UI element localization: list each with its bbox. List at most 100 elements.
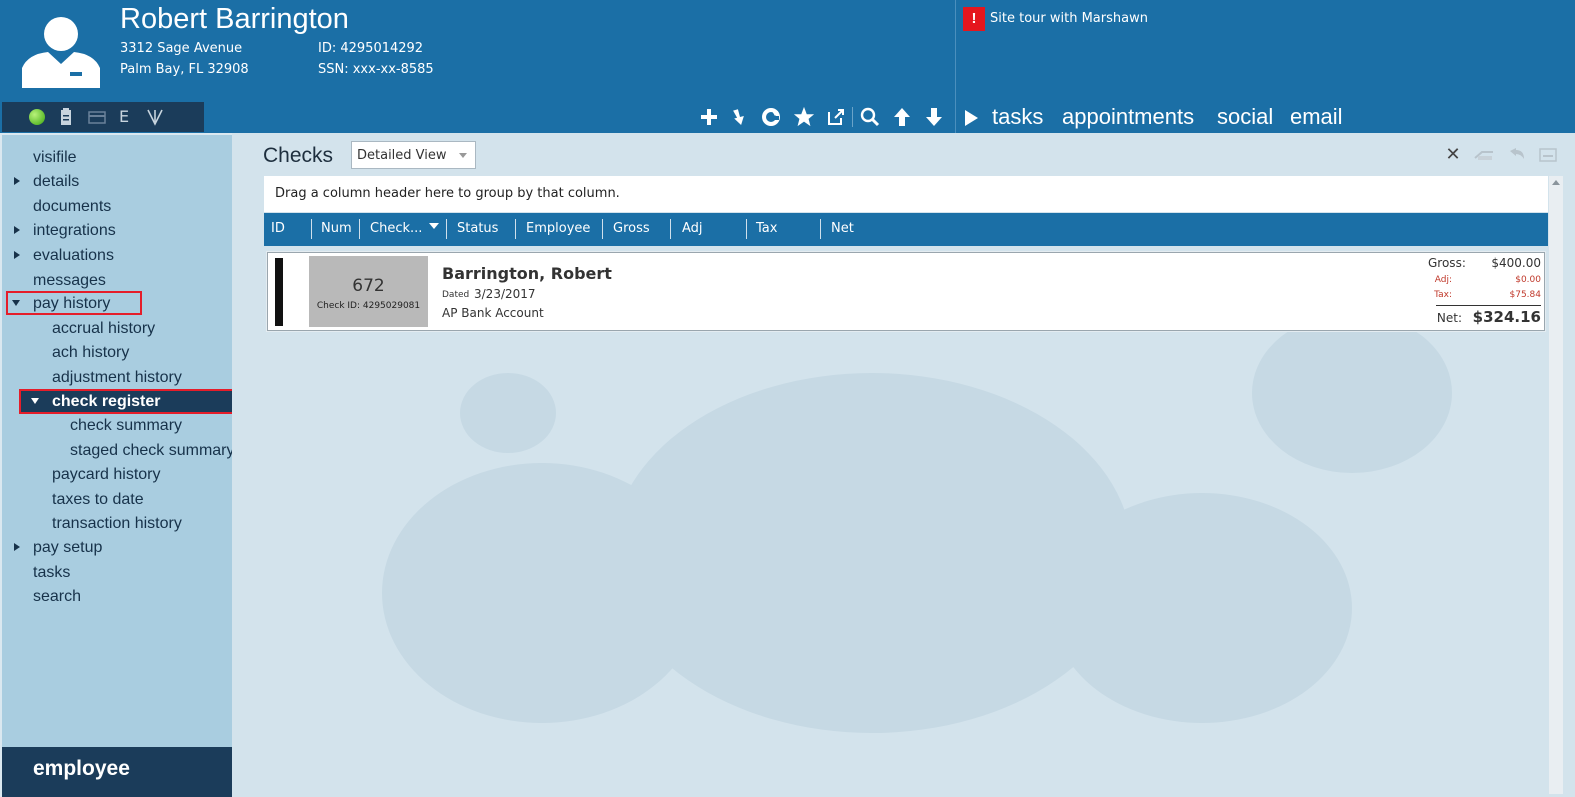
grid-header: ID Num Check... Status Employee Gross Ad… [264, 213, 1548, 246]
sidebar-item-adjustment-history[interactable]: adjustment history [52, 367, 182, 389]
arrow-down-right-icon[interactable] [726, 104, 754, 130]
tax-value: $75.84 [1509, 290, 1542, 300]
sidebar-item-tasks[interactable]: tasks [33, 562, 70, 584]
nav-email[interactable]: email [1290, 102, 1343, 132]
dated-label: Dated [442, 290, 470, 300]
sidebar-item-pay-history[interactable]: pay history [33, 293, 110, 315]
check-number-box: 672 Check ID: 4295029081 [309, 256, 428, 327]
column-header-num[interactable]: Num [321, 221, 352, 236]
adj-label: Adj: [1434, 275, 1452, 285]
status-online-icon[interactable] [29, 109, 45, 125]
column-header-check[interactable]: Check... [370, 221, 422, 236]
alert-icon[interactable]: ! [963, 7, 985, 31]
expand-icon[interactable] [14, 251, 20, 259]
medical-icon[interactable] [146, 108, 164, 126]
column-header-status[interactable]: Status [457, 221, 498, 236]
sidebar-item-ach-history[interactable]: ach history [52, 342, 129, 364]
export-icon[interactable] [1474, 145, 1494, 165]
nav-social[interactable]: social [1217, 102, 1273, 132]
employee-id: ID: 4295014292 [318, 41, 424, 56]
external-link-icon[interactable] [822, 104, 850, 130]
column-separator [359, 219, 360, 239]
star-icon[interactable] [790, 104, 818, 130]
site-tour-link[interactable]: Site tour with Marshawn [990, 11, 1148, 26]
collapse-icon[interactable] [31, 398, 39, 404]
check-number: 672 [352, 276, 385, 296]
sidebar-item-evaluations[interactable]: evaluations [33, 245, 114, 267]
toolbar-separator [852, 107, 853, 127]
employee-name: Robert Barrington [120, 3, 349, 35]
close-icon[interactable]: ✕ [1443, 145, 1463, 165]
adj-value: $0.00 [1515, 275, 1541, 285]
employee-ssn: SSN: xxx-xx-8585 [318, 62, 434, 77]
background-splash [1252, 313, 1452, 473]
expand-icon[interactable] [14, 543, 20, 551]
dated-value: 3/23/2017 [474, 287, 536, 301]
column-separator [311, 219, 312, 239]
nav-tasks[interactable]: tasks [992, 102, 1043, 132]
card-icon[interactable] [88, 108, 106, 126]
gross-value: $400.00 [1491, 256, 1541, 270]
group-by-hint: Drag a column header here to group by th… [275, 186, 620, 201]
sidebar-item-transaction-history[interactable]: transaction history [52, 513, 182, 535]
address-line-1: 3312 Sage Avenue [120, 41, 243, 56]
sidebar-item-staged-check-summary[interactable]: staged check summary [70, 440, 235, 462]
arrow-up-icon[interactable] [888, 104, 916, 130]
group-by-bar[interactable]: Drag a column header here to group by th… [264, 176, 1548, 212]
tax-label: Tax: [1434, 290, 1452, 300]
sidebar-item-pay-setup[interactable]: pay setup [33, 537, 102, 559]
bank-account: AP Bank Account [442, 306, 544, 320]
net-label: Net: [1436, 311, 1462, 325]
sidebar-item-taxes-to-date[interactable]: taxes to date [52, 489, 144, 511]
sidebar-item-check-summary[interactable]: check summary [70, 415, 182, 437]
column-header-tax[interactable]: Tax [756, 221, 777, 236]
play-icon[interactable] [965, 110, 978, 126]
refresh-icon[interactable] [757, 104, 785, 130]
net-value: $324.16 [1472, 308, 1541, 326]
save-icon[interactable] [1538, 145, 1558, 165]
gross-label: Gross: [1428, 256, 1466, 270]
sidebar-item-visifile[interactable]: visifile [33, 147, 77, 169]
sidebar-footer[interactable]: employee [2, 747, 251, 797]
undo-icon[interactable] [1507, 145, 1527, 165]
sidebar-item-paycard-history[interactable]: paycard history [52, 464, 161, 486]
column-header-adj[interactable]: Adj [682, 221, 703, 236]
avatar [22, 17, 100, 88]
sidebar-item-details[interactable]: details [33, 171, 79, 193]
collapse-icon[interactable] [12, 300, 20, 306]
row-status-bar [275, 258, 283, 326]
table-row[interactable]: 672 Check ID: 4295029081 Barrington, Rob… [267, 252, 1545, 331]
sidebar-item-documents[interactable]: documents [33, 196, 111, 218]
sidebar-item-search[interactable]: search [33, 586, 81, 608]
column-separator [670, 219, 671, 239]
scrollbar[interactable] [1549, 176, 1563, 794]
expand-icon[interactable] [14, 177, 20, 185]
background-splash [460, 373, 556, 453]
sidebar-item-check-register[interactable]: check register [52, 391, 161, 413]
header-divider [955, 0, 956, 133]
clipboard-icon[interactable] [60, 108, 72, 126]
sidebar-item-integrations[interactable]: integrations [33, 220, 116, 242]
check-id: Check ID: 4295029081 [316, 301, 421, 311]
sidebar-footer-label: employee [33, 757, 130, 780]
sort-arrow-icon[interactable] [429, 223, 439, 229]
column-header-employee[interactable]: Employee [526, 221, 590, 236]
scroll-up-icon[interactable] [1552, 180, 1560, 185]
sidebar-item-messages[interactable]: messages [33, 270, 106, 292]
view-select[interactable]: Detailed View [351, 141, 476, 169]
nav-appointments[interactable]: appointments [1062, 102, 1194, 132]
plus-icon[interactable] [695, 104, 723, 130]
column-header-id[interactable]: ID [271, 221, 285, 236]
column-separator [746, 219, 747, 239]
column-separator [515, 219, 516, 239]
search-icon[interactable] [856, 104, 884, 130]
employee-header: Robert Barrington 3312 Sage Avenue Palm … [0, 0, 1575, 133]
column-separator [602, 219, 603, 239]
column-separator [820, 219, 821, 239]
sidebar-item-accrual-history[interactable]: accrual history [52, 318, 155, 340]
expand-icon[interactable] [14, 226, 20, 234]
e-icon[interactable]: E [119, 108, 129, 126]
column-header-gross[interactable]: Gross [613, 221, 650, 236]
column-header-net[interactable]: Net [831, 221, 854, 236]
arrow-down-icon[interactable] [920, 104, 948, 130]
